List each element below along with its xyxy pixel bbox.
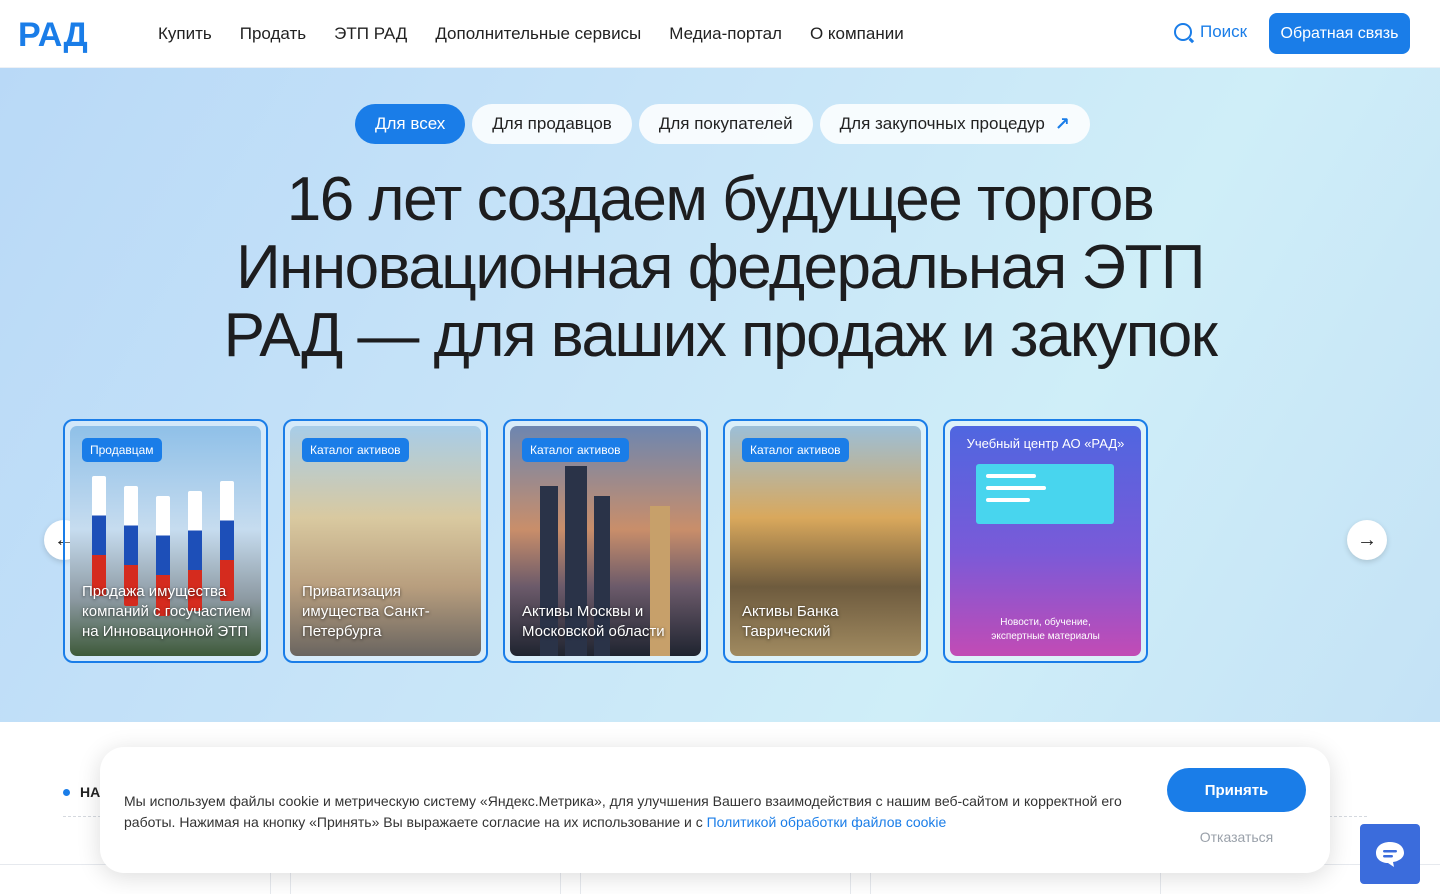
main-nav: Купить Продать ЭТП РАД Дополнительные се… (158, 0, 904, 68)
card-title: Учебный центр АО «РАД» (966, 436, 1125, 451)
nav-etp[interactable]: ЭТП РАД (334, 24, 407, 44)
rad-logo[interactable]: РАД (18, 14, 116, 54)
hero-section: Для всех Для продавцов Для покупателей Д… (0, 68, 1440, 722)
card-text: Активы Москвы и Московской области (522, 603, 665, 640)
tab-all[interactable]: Для всех (355, 104, 466, 144)
hero-title-line-1: 16 лет создаем будущее торгов (286, 165, 1155, 234)
hero-title: 16 лет создаем будущее торгов Инновацион… (0, 166, 1440, 370)
promo-card-sellers[interactable]: Продавцам Продажа имущества компаний с г… (63, 419, 268, 663)
chat-bubble-icon (1376, 842, 1404, 867)
section-label: НА (80, 784, 101, 800)
tab-buyers-label: Для покупателей (658, 114, 793, 133)
arrow-right-icon: → (1357, 528, 1377, 551)
hero-title-line-3: РАД — для ваших продаж и закупок (223, 301, 1218, 370)
section-heading: НА (63, 784, 100, 800)
promo-card-moscow[interactable]: Каталог активов Активы Москвы и Московск… (503, 419, 708, 663)
card-image: Каталог активов Приватизация имущества С… (290, 426, 481, 656)
board-line (986, 486, 1046, 490)
nav-about[interactable]: О компании (810, 24, 904, 44)
card-badge: Продавцам (82, 438, 162, 462)
card-image: Каталог активов Активы Москвы и Московск… (510, 426, 701, 656)
promo-carousel: Продавцам Продажа имущества компаний с г… (63, 419, 1148, 663)
nav-services[interactable]: Дополнительные сервисы (435, 24, 641, 44)
cookie-message: Мы используем файлы cookie и метрическую… (124, 793, 1122, 830)
card-image: Каталог активов Активы Банка Таврический (730, 426, 921, 656)
cookie-banner: Мы используем файлы cookie и метрическую… (100, 747, 1330, 873)
tab-sellers[interactable]: Для продавцов (472, 104, 632, 144)
card-text: Приватизация имущества Санкт-Петербурга (302, 583, 430, 640)
card-text: Продажа имущества компаний с госучастием… (82, 583, 251, 640)
carousel-next-button[interactable]: → (1347, 520, 1387, 560)
card-text: Активы Банка Таврический (742, 603, 839, 640)
board-line (986, 498, 1030, 502)
tab-procurement[interactable]: Для закупочных процедур ↗ (819, 104, 1090, 144)
card-image: Учебный центр АО «РАД» Новости, обучение… (950, 426, 1141, 656)
card-subtitle-line-2: экспертные материалы (991, 631, 1100, 642)
decline-cookies-button[interactable]: Отказаться (1167, 829, 1306, 845)
chat-button[interactable] (1360, 824, 1420, 884)
site-header: РАД Купить Продать ЭТП РАД Дополнительны… (0, 0, 1440, 68)
presentation-board-icon (976, 464, 1114, 524)
hero-title-line-2: Инновационная федеральная ЭТП (236, 233, 1205, 302)
card-subtitle-line-1: Новости, обучение, (1000, 617, 1091, 628)
feedback-button[interactable]: Обратная связь (1269, 13, 1410, 54)
cookie-policy-link[interactable]: Политикой обработки файлов cookie (707, 814, 947, 830)
accept-cookies-button[interactable]: Принять (1167, 768, 1306, 812)
bullet-dot (63, 788, 70, 796)
logo-text: РАД (18, 16, 88, 54)
tab-buyers[interactable]: Для покупателей (638, 104, 813, 144)
tab-sellers-label: Для продавцов (492, 114, 612, 133)
flag-shape (92, 476, 106, 596)
search-link[interactable]: Поиск (1174, 22, 1247, 42)
nav-sell[interactable]: Продать (240, 24, 306, 44)
nav-buy[interactable]: Купить (158, 24, 212, 44)
promo-card-spb[interactable]: Каталог активов Приватизация имущества С… (283, 419, 488, 663)
card-image: Продавцам Продажа имущества компаний с г… (70, 426, 261, 656)
search-label: Поиск (1200, 22, 1248, 41)
cookie-text: Мы используем файлы cookie и метрическую… (124, 791, 1134, 833)
card-badge: Каталог активов (522, 438, 629, 462)
card-subtitle: Новости, обучение, экспертные материалы (950, 616, 1141, 644)
card-badge: Каталог активов (742, 438, 849, 462)
search-icon (1174, 23, 1192, 41)
arrow-up-right-icon: ↗ (1054, 113, 1070, 134)
card-badge: Каталог активов (302, 438, 409, 462)
board-line (986, 474, 1036, 478)
nav-media[interactable]: Медиа-портал (669, 24, 782, 44)
promo-card-education[interactable]: Учебный центр АО «РАД» Новости, обучение… (943, 419, 1148, 663)
promo-card-bank[interactable]: Каталог активов Активы Банка Таврический (723, 419, 928, 663)
tab-procurement-label: Для закупочных процедур (839, 114, 1045, 133)
tab-all-label: Для всех (375, 114, 446, 133)
audience-tabs: Для всех Для продавцов Для покупателей Д… (355, 104, 1090, 144)
